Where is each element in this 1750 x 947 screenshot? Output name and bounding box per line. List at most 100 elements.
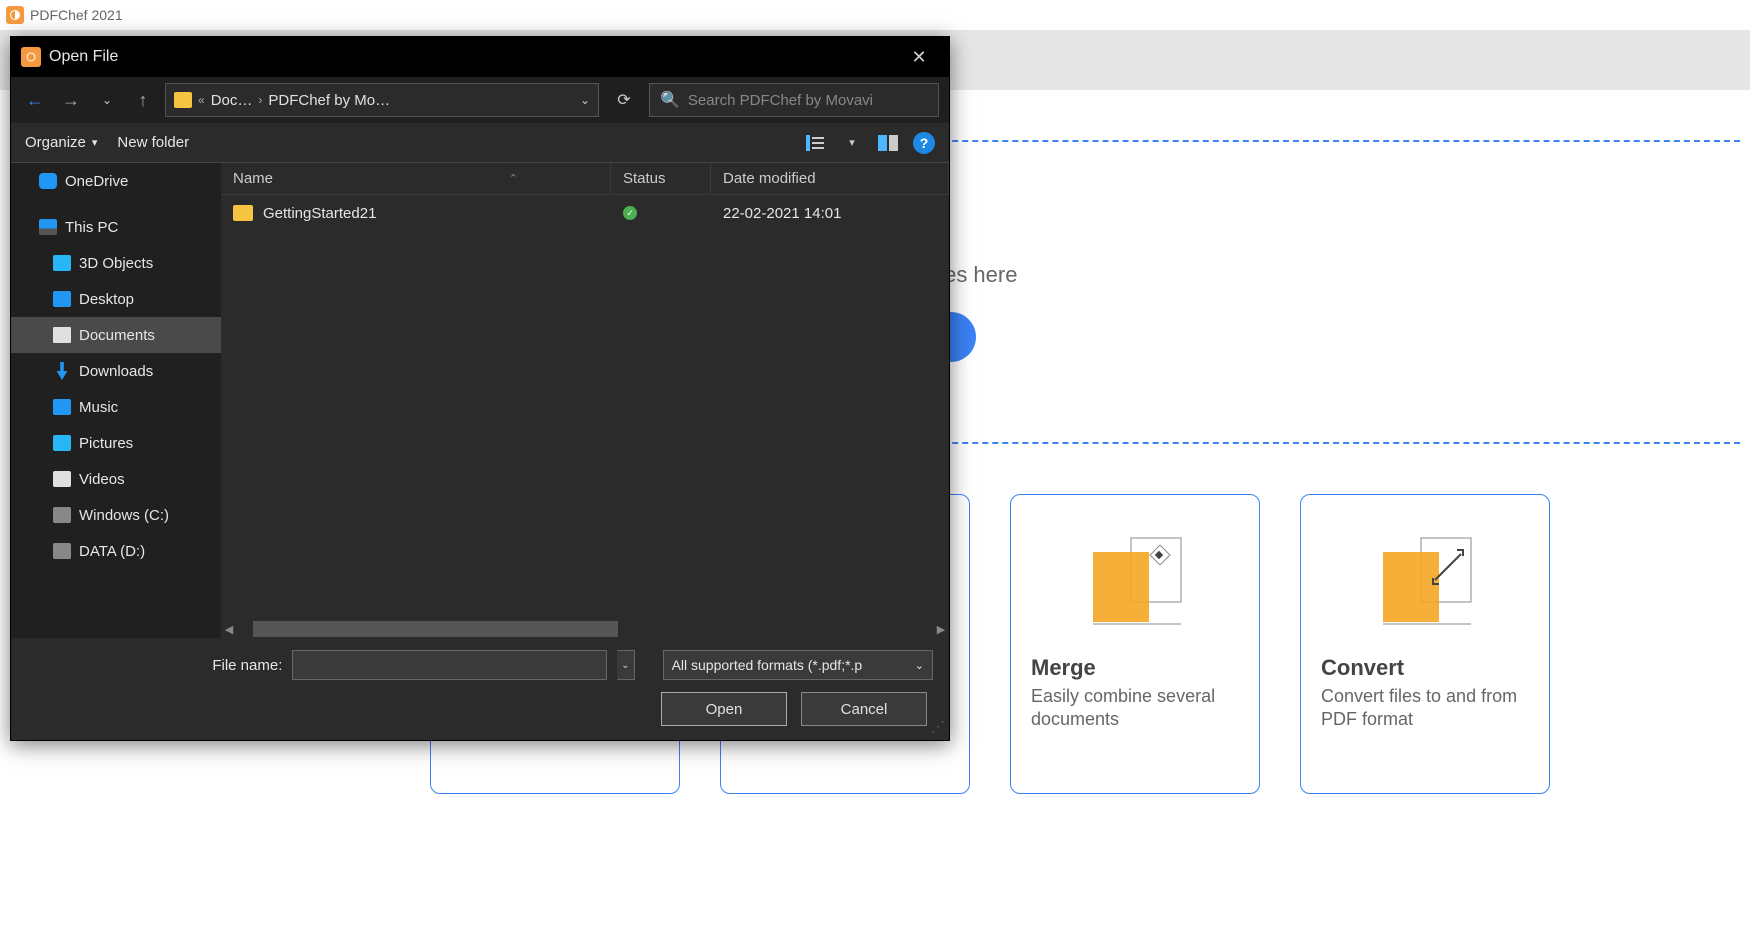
dialog-icon [21, 47, 41, 67]
cube-icon [53, 255, 71, 271]
card-convert-illustration [1321, 515, 1529, 645]
scrollbar-thumb[interactable] [253, 621, 618, 637]
col-label: Status [623, 170, 666, 187]
help-icon[interactable]: ? [913, 132, 935, 154]
view-controls: ▾ ? [805, 132, 935, 154]
chevron-right-icon: › [258, 93, 262, 107]
nav-up-icon[interactable]: ↑ [129, 86, 157, 114]
organize-label: Organize [25, 134, 86, 151]
scroll-left-icon[interactable]: ◀ [221, 623, 237, 636]
download-icon [53, 362, 71, 380]
tree-item[interactable]: Downloads [11, 353, 221, 389]
cancel-button[interactable]: Cancel [801, 692, 927, 726]
search-box[interactable]: 🔍 [649, 83, 939, 117]
breadcrumb-seg[interactable]: PDFChef by Mo… [268, 92, 390, 109]
nav-back-icon[interactable]: ← [21, 86, 49, 114]
col-label: Date modified [723, 170, 816, 187]
filename-history-dropdown[interactable]: ⌄ [617, 650, 635, 680]
tree-onedrive[interactable]: OneDrive [11, 163, 221, 199]
tree-item-documents[interactable]: Documents [11, 317, 221, 353]
tree-label: Pictures [79, 435, 133, 452]
app-titlebar: PDFChef 2021 [0, 0, 1750, 30]
filename-label: File name: [27, 657, 282, 674]
card-convert[interactable]: Convert Convert files to and from PDF fo… [1300, 494, 1550, 794]
view-mode-icon[interactable] [805, 134, 827, 152]
breadcrumb-seg[interactable]: Doc… [211, 92, 253, 109]
tree-thispc[interactable]: This PC [11, 209, 221, 245]
col-status-header[interactable]: Status [611, 163, 711, 194]
tree-label: Music [79, 399, 118, 416]
sort-asc-icon: ⌃ [509, 172, 518, 185]
dialog-toolbar: Organize ▾ New folder ▾ ? [11, 123, 949, 163]
organize-menu[interactable]: Organize ▾ [25, 134, 97, 151]
tree-label: Desktop [79, 291, 134, 308]
filter-label: All supported formats (*.pdf;*.p [672, 657, 915, 673]
file-name: GettingStarted21 [263, 205, 376, 222]
folder-tree[interactable]: OneDrive This PC 3D Objects Desktop Docu… [11, 163, 221, 638]
card-title: Merge [1031, 655, 1239, 681]
tree-label: 3D Objects [79, 255, 153, 272]
tree-item[interactable]: Desktop [11, 281, 221, 317]
dialog-footer: File name: ⌄ All supported formats (*.pd… [11, 638, 949, 740]
open-file-dialog: Open File ✕ ← → ⌄ ↑ « Doc… › PDFChef by … [10, 36, 950, 741]
chevron-down-icon[interactable]: ⌄ [580, 93, 590, 107]
file-row[interactable]: GettingStarted21 ✓ 22-02-2021 14:01 [221, 195, 949, 231]
tree-label: Documents [79, 327, 155, 344]
card-merge-illustration [1031, 515, 1239, 645]
tree-item[interactable]: Windows (C:) [11, 497, 221, 533]
col-date-header[interactable]: Date modified [711, 163, 949, 194]
file-header: Name ⌃ Status Date modified [221, 163, 949, 195]
tree-item[interactable]: 3D Objects [11, 245, 221, 281]
tree-label: DATA (D:) [79, 543, 145, 560]
horizontal-scrollbar[interactable]: ◀ ▶ [221, 620, 949, 638]
card-merge[interactable]: Merge Easily combine several documents [1010, 494, 1260, 794]
nav-forward-icon[interactable]: → [57, 86, 85, 114]
cloud-icon [39, 173, 57, 189]
scroll-right-icon[interactable]: ▶ [933, 623, 949, 636]
tree-label: OneDrive [65, 173, 128, 190]
filetype-filter-dropdown[interactable]: All supported formats (*.pdf;*.p ⌄ [663, 650, 933, 680]
close-icon[interactable]: ✕ [899, 37, 939, 77]
drive-icon [53, 507, 71, 523]
folder-icon [174, 92, 192, 108]
col-label: Name [233, 170, 273, 187]
preview-pane-icon[interactable] [877, 134, 899, 152]
search-icon: 🔍 [660, 90, 680, 110]
resize-grip-icon[interactable]: ⋰ [931, 722, 945, 736]
document-icon [53, 327, 71, 343]
filename-input[interactable] [292, 650, 607, 680]
desktop-icon [53, 291, 71, 307]
music-icon [53, 399, 71, 415]
chevron-down-icon: ▾ [92, 136, 98, 149]
card-title: Convert [1321, 655, 1529, 681]
file-list: Name ⌃ Status Date modified GettingStarte… [221, 163, 949, 638]
tree-label: Windows (C:) [79, 507, 169, 524]
tree-item[interactable]: Music [11, 389, 221, 425]
drive-icon [53, 543, 71, 559]
picture-icon [53, 435, 71, 451]
tree-label: Downloads [79, 363, 153, 380]
tree-item[interactable]: Pictures [11, 425, 221, 461]
app-icon [6, 6, 24, 24]
app-title: PDFChef 2021 [30, 7, 123, 23]
card-desc: Convert files to and from PDF format [1321, 685, 1529, 732]
status-synced-icon: ✓ [623, 206, 637, 220]
card-desc: Easily combine several documents [1031, 685, 1239, 732]
tree-item[interactable]: DATA (D:) [11, 533, 221, 569]
chevron-down-icon: ⌄ [915, 659, 924, 672]
dialog-title: Open File [49, 48, 899, 66]
tree-label: This PC [65, 219, 118, 236]
new-folder-button[interactable]: New folder [117, 134, 189, 151]
chevron-down-icon[interactable]: ▾ [841, 134, 863, 152]
dialog-titlebar[interactable]: Open File ✕ [11, 37, 949, 77]
address-bar[interactable]: « Doc… › PDFChef by Mo… ⌄ [165, 83, 599, 117]
dialog-nav: ← → ⌄ ↑ « Doc… › PDFChef by Mo… ⌄ ⟳ 🔍 [11, 77, 949, 123]
nav-recent-icon[interactable]: ⌄ [93, 86, 121, 114]
video-icon [53, 471, 71, 487]
refresh-icon[interactable]: ⟳ [607, 83, 641, 117]
col-name-header[interactable]: Name ⌃ [221, 163, 611, 194]
tree-item[interactable]: Videos [11, 461, 221, 497]
open-button[interactable]: Open [661, 692, 787, 726]
search-input[interactable] [688, 92, 928, 109]
file-date: 22-02-2021 14:01 [723, 205, 841, 222]
